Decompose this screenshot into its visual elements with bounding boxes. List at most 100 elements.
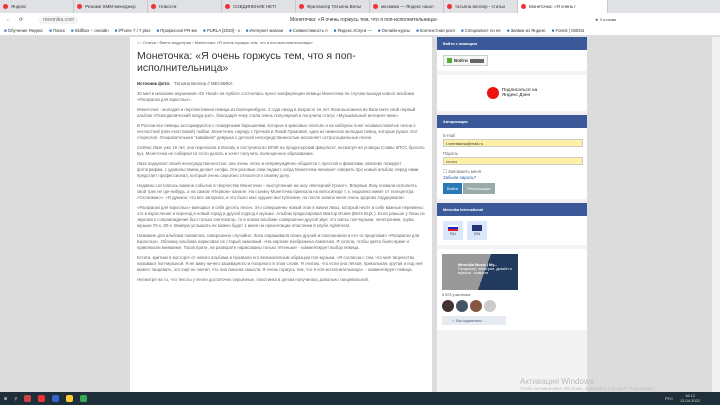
vk-group-desc: Продюсер, электрон, дизайн и музыка - но… <box>458 267 512 275</box>
windows-activation: Активация Windows <box>520 377 594 386</box>
bookmarks-bar: Обучение Яндекс Поиск Skillbox – онлайн iPh… <box>0 26 720 36</box>
article-paragraph: Название для альбома появилось совершенн… <box>137 233 420 250</box>
page: ⌂ › Статьи › Ёвент-индустрия › Монеточка… <box>0 37 720 392</box>
browser-tab[interactable]: Монеточка: «Я очень г <box>518 0 608 13</box>
source-label: Источник фото: <box>137 81 171 86</box>
forgot-password-link[interactable]: Забыли пароль? <box>443 175 581 180</box>
article-paragraph: «Раскраски для взрослых» вмещают в себя … <box>137 205 425 228</box>
password-field[interactable]: •••••••• <box>443 157 583 165</box>
url-field[interactable]: mesmika.com <box>39 15 79 24</box>
tab-label: татьяна веллер - статьи <box>455 4 506 9</box>
zen-text: Яндекс Дзен <box>501 93 531 98</box>
social-login-button[interactable]: Войти <box>443 55 488 66</box>
email-field[interactable]: t.velmiskina@mail.ru <box>443 139 583 147</box>
bookmark[interactable]: Профессия PR-ме <box>156 28 197 33</box>
box-title: Войти с помощью <box>437 37 587 50</box>
app-icon[interactable] <box>52 395 60 402</box>
bookmark[interactable]: Совместимость п <box>289 28 328 33</box>
favicon-icon <box>447 4 452 9</box>
reviews-link[interactable]: ★ 3 отзыва <box>595 17 616 22</box>
browser-tab[interactable]: Яндекс <box>0 0 74 13</box>
bookmark[interactable]: Forest | 0603st <box>552 28 584 33</box>
breadcrumb: ⌂ › Статьи › Ёвент-индустрия › Монеточка… <box>137 40 313 45</box>
vk-members: 5 923 участника <box>442 293 471 297</box>
article-paragraph: Недавно состоялось важное событие в твор… <box>137 183 417 200</box>
lang-en[interactable]: EN <box>467 221 488 240</box>
reload-icon[interactable]: ⟳ <box>19 17 23 23</box>
tab-bar: Яндекс Резюме SMM-менеджер Новости СОЕДИНЕН… <box>0 0 720 13</box>
vk-subscribed-button[interactable]: ✓ Вы подписаны <box>442 316 506 325</box>
app-icon[interactable] <box>80 395 88 402</box>
vk-avatars <box>442 300 582 312</box>
tab-label: Фрилансер Татьяна Вельг <box>307 4 362 9</box>
bookmark[interactable]: iPhone 7 / 7 plus <box>115 28 150 33</box>
address-bar: ← ⟳ mesmika.com Монеточка: «Я очень горж… <box>0 13 720 26</box>
tab-label: Новости <box>159 4 177 9</box>
browser-tab[interactable]: месмика — Яндекс нашл <box>370 0 444 13</box>
windows-activation-hint: Чтобы активировать Windows, перейдите в … <box>520 386 656 391</box>
back-icon[interactable]: ← <box>6 17 11 23</box>
zen-subscribe[interactable]: Подписаться на Яндекс Дзен <box>437 75 587 111</box>
register-button[interactable]: Регистрация <box>463 183 495 194</box>
zen-icon <box>486 87 499 99</box>
favicon-icon <box>77 4 82 9</box>
email-label: E-mail <box>443 133 456 138</box>
bookmark[interactable]: Обучение Яндекс <box>4 28 43 33</box>
bookmark[interactable]: Заявки из Яндекс <box>507 28 546 33</box>
favicon-icon <box>521 4 526 9</box>
bookmark[interactable]: Поиск <box>49 28 65 33</box>
lang-label: EN <box>474 231 480 236</box>
favicon-icon <box>151 4 156 9</box>
bookmark[interactable]: Специалист по не <box>461 28 501 33</box>
favicon-icon <box>225 4 230 9</box>
breadcrumb-item[interactable]: Статьи <box>143 40 156 45</box>
article-paragraph: Сейчас Лизе уже 19 лет, она переехала в … <box>137 145 425 156</box>
article-paragraph: Несмотря на то, что тексты у песен доста… <box>137 277 369 282</box>
remember-label: Запомнить меня <box>448 169 481 174</box>
browser-tab[interactable]: Новости <box>148 0 222 13</box>
article-paragraph: Монеточка - молодая и перспективная певи… <box>137 107 416 118</box>
box-title: Mesmika International <box>437 203 587 216</box>
browser-tab[interactable]: СОЕДИНЕНИЕ НЕТ! <box>222 0 296 13</box>
browser-tab[interactable]: татьяна веллер - статьи <box>444 0 518 13</box>
breadcrumb-item[interactable]: Ёвент-индустрия <box>160 40 192 45</box>
vk-widget: Mesmika Music | My... Продюсер, электрон,… <box>437 249 587 330</box>
clock[interactable]: 16:12 12.04.2022 <box>680 393 700 403</box>
tab-label: СОЕДИНЕНИЕ НЕТ! <box>233 4 277 9</box>
browser-tab[interactable]: Резюме SMM-менеджер <box>74 0 148 13</box>
windows-start-icon[interactable]: ⊞ <box>4 396 7 401</box>
favicon-icon <box>299 4 304 9</box>
bookmark[interactable]: Яндекс.Услуги — <box>334 28 371 33</box>
bookmark[interactable]: Skillbox – онлайн <box>71 28 109 33</box>
bookmark[interactable]: Интернет магази <box>246 28 283 33</box>
intl-box: Mesmika International RU EN <box>437 203 587 245</box>
sidebar: Войти с помощью Войти Подписаться на Янде… <box>437 37 587 392</box>
source-value: Татьяна Веллер // МЕСМИКА <box>174 81 233 86</box>
bookmark[interactable]: Онлайн-курсы <box>378 28 410 33</box>
photo-source: Источник фото: Татьяна Веллер // МЕСМИКА <box>137 81 425 86</box>
language-indicator[interactable]: РУС <box>665 396 673 401</box>
app-icon[interactable] <box>66 395 74 402</box>
social-login-box: Войти с помощью Войти <box>437 37 587 71</box>
browser-tab[interactable]: Фрилансер Татьяна Вельг <box>296 0 370 13</box>
login-button[interactable]: Войти <box>443 183 463 194</box>
tab-label: Яндекс <box>11 4 27 9</box>
favicon-icon <box>3 4 8 9</box>
bookmark[interactable]: PURLA [2020] - к <box>203 28 240 33</box>
auth-box: Авторизация E-mail t.velmiskina@mail.ru … <box>437 115 587 199</box>
lang-label: RU <box>450 231 456 236</box>
breadcrumb-current: Монеточка: «Я очень горжусь тем, что я п… <box>194 40 313 45</box>
article-paragraph: Кстати, критики в восторге от нового аль… <box>137 255 423 272</box>
scrollbar[interactable] <box>712 37 720 392</box>
app-icon[interactable] <box>24 395 32 402</box>
zen-text: Подписаться на <box>501 87 538 93</box>
app-icon[interactable] <box>38 395 46 402</box>
tab-label: Монеточка: «Я очень г <box>529 4 576 9</box>
bookmark[interactable]: Контекстная рекл <box>416 28 455 33</box>
article: ⌂ › Статьи › Ёвент-индустрия › Монеточка… <box>130 37 432 392</box>
taskbar: ⊞ ⚲ РУС 16:12 12.04.2022 <box>0 392 720 405</box>
search-icon[interactable]: ⚲ <box>14 396 17 401</box>
lang-ru[interactable]: RU <box>443 221 463 240</box>
page-title-display: Монеточка: «Я очень горжусь тем, что я п… <box>290 16 438 23</box>
article-paragraph: 30 мая в магазине наушников «Dr Head» на… <box>137 91 414 102</box>
